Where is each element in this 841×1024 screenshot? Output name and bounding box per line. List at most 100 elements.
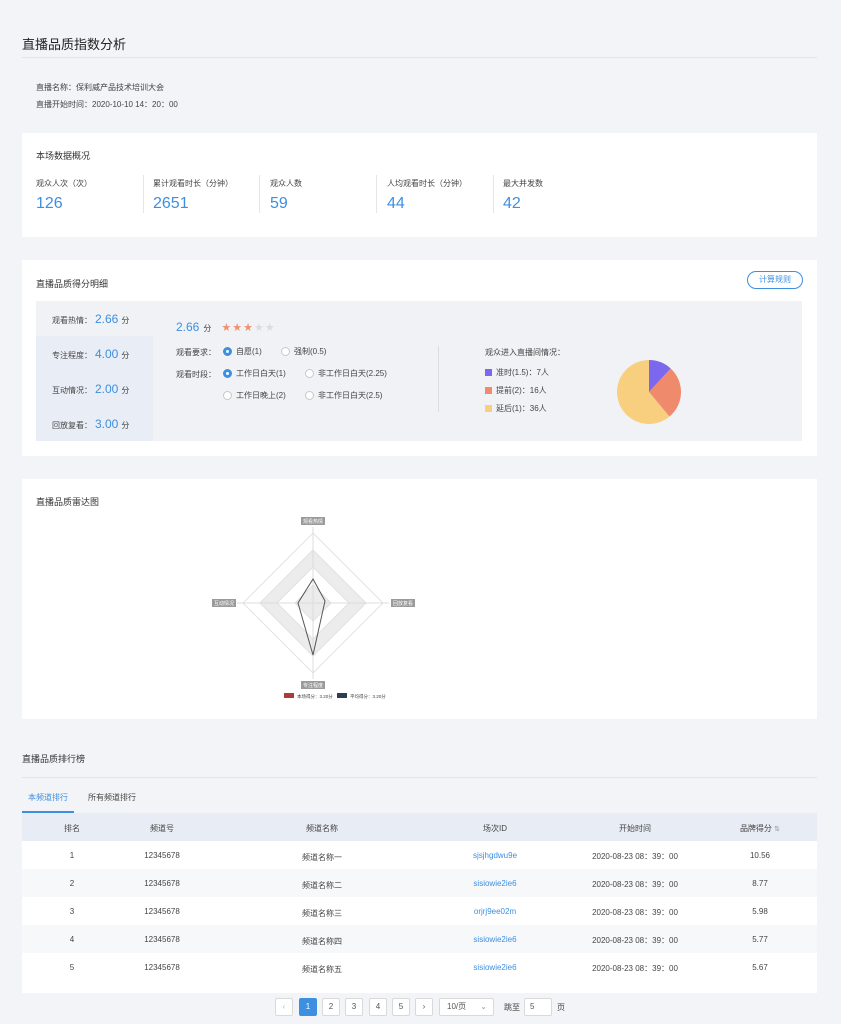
radio-icon[interactable] (305, 391, 314, 400)
radio-icon[interactable] (281, 347, 290, 356)
radar-axis-label: 回放复看 (393, 600, 413, 607)
chevron-down-icon: ⌄ (480, 1002, 487, 1011)
prev-page-button[interactable]: ‹ (275, 998, 293, 1016)
live-start-time: 直播开始时间：2020-10-10 14：20：00 (36, 100, 178, 109)
stat-value: 2651 (153, 195, 189, 212)
cell-rank: 3 (69, 907, 75, 916)
page-button-5[interactable]: 5 (392, 998, 410, 1016)
detail-divider (438, 346, 439, 412)
radar-card: 直播品质雷达图 观看热情 专注程度 回放复看 互动情况 本场得分：3.20分 平… (22, 479, 817, 719)
breakdown-value: 4.00 (95, 347, 119, 361)
radio-icon[interactable] (223, 347, 232, 356)
tab-all-channels[interactable]: 所有频道排行 (88, 792, 136, 803)
star-filled-icon: ★ (232, 322, 243, 334)
legend-swatch (485, 405, 492, 412)
stat-label: 观众人数 (270, 179, 302, 188)
radio-workday-evening[interactable]: 工作日晚上(2) (223, 390, 286, 401)
cell-brand-score: 5.98 (752, 907, 768, 916)
stat-value: 126 (36, 195, 63, 212)
stat-avg-watch-time: 人均观看时长（分钟） 44 (387, 178, 467, 213)
current-score: 2.66 分 ★★★★★ (176, 320, 276, 334)
ranking-table: 排名 频道号 频道名称 场次ID 开始时间 品牌得分 ⇅ 1 12345678 … (22, 813, 817, 993)
cell-brand-score: 8.77 (752, 879, 768, 888)
detail-card: 直播品质得分明细 计算规则 观看热情： 2.66 分 专注程度： 4.00 分 … (22, 260, 817, 456)
cell-session-link[interactable]: sisiowie2ie6 (455, 963, 535, 972)
cell-channel-name: 频道名称二 (302, 881, 342, 890)
radar-title: 直播品质雷达图 (36, 497, 100, 507)
breakdown-label: 回放复看： (52, 421, 92, 430)
breakdown-value: 3.00 (95, 417, 119, 431)
cell-channel-name: 频道名称五 (302, 965, 342, 974)
entry-legend-item: 提前(2)：16人 (485, 385, 547, 396)
cell-brand-score: 5.77 (752, 935, 768, 944)
jump-unit: 页 (557, 1003, 565, 1012)
radio-voluntary[interactable]: 自愿(1) (223, 346, 262, 357)
page-size-value: 10/页 (447, 1002, 467, 1011)
detail-title: 直播品质得分明细 (36, 279, 109, 289)
radar-legend-label: 本场得分：3.20分 (297, 693, 333, 700)
jump-page-input[interactable]: 5 (524, 998, 552, 1016)
breakdown-label: 专注程度： (52, 351, 92, 360)
page-size-select[interactable]: 10/页 ⌄ (439, 998, 494, 1016)
col-session-id: 场次ID (483, 824, 507, 833)
cell-session-link[interactable]: orjrj9ee02m (455, 907, 535, 916)
star-empty-icon: ★ (264, 322, 275, 334)
table-row: 4 12345678 频道名称四 sisiowie2ie6 2020-08-23… (22, 925, 817, 953)
watch-requirement-label: 观看要求： (176, 348, 216, 357)
col-brand-score[interactable]: 品牌得分 ⇅ (730, 823, 790, 834)
col-channel-name: 频道名称 (306, 824, 338, 833)
table-row: 2 12345678 频道名称二 sisiowie2ie6 2020-08-23… (22, 869, 817, 897)
col-brand-score-label: 品牌得分 (739, 824, 772, 833)
page-button-2[interactable]: 2 (322, 998, 340, 1016)
title-divider (22, 57, 817, 58)
radio-icon[interactable] (223, 391, 232, 400)
radio-weekend-day[interactable]: 非工作日白天(2.25) (305, 368, 387, 379)
stat-viewer-visits: 观众人次（次） 126 (36, 178, 92, 213)
radio-mandatory[interactable]: 强制(0.5) (281, 346, 326, 357)
radio-label: 非工作日白天(2.25) (318, 369, 387, 378)
score-unit: 分 (203, 324, 212, 333)
breakdown-label: 观看热情： (52, 316, 92, 325)
col-channel-id: 频道号 (150, 824, 174, 833)
radar-chart: 观看热情 专注程度 回放复看 互动情况 本场得分：3.20分 平均得分：3.20… (212, 517, 415, 700)
cell-session-link[interactable]: sisiowie2ie6 (455, 879, 535, 888)
table-row: 3 12345678 频道名称三 orjrj9ee02m 2020-08-23 … (22, 897, 817, 925)
stat-divider (493, 175, 494, 213)
tab-this-channel[interactable]: 本频道排行 (28, 792, 68, 803)
page-button-1[interactable]: 1 (299, 998, 317, 1016)
legend-label: 延后(1)：36人 (496, 404, 547, 413)
radio-label: 非工作日白天(2.5) (318, 391, 383, 400)
live-name: 直播名称：保利威产品技术培训大会 (36, 83, 164, 92)
radio-label: 工作日白天(1) (236, 369, 286, 378)
cell-brand-score: 10.56 (749, 851, 771, 860)
radio-icon[interactable] (223, 369, 232, 378)
radio-icon[interactable] (305, 369, 314, 378)
entry-title: 观众进入直播间情况： (485, 348, 565, 357)
page-button-4[interactable]: 4 (369, 998, 387, 1016)
page-button-3[interactable]: 3 (345, 998, 363, 1016)
page-title: 直播品质指数分析 (22, 37, 127, 52)
radio-weekend-day-2[interactable]: 非工作日白天(2.5) (305, 390, 382, 401)
legend-label: 准时(1.5)：7人 (496, 368, 549, 377)
cell-session-link[interactable]: sjsjhgdwu9e (455, 851, 535, 860)
cell-session-link[interactable]: sisiowie2ie6 (455, 935, 535, 944)
star-empty-icon: ★ (253, 322, 264, 334)
breakdown-value: 2.66 (95, 312, 119, 326)
radio-workday-day[interactable]: 工作日白天(1) (223, 368, 286, 379)
next-page-button[interactable]: › (415, 998, 433, 1016)
star-filled-icon: ★ (243, 322, 253, 334)
jump-label: 跳至 (504, 1003, 520, 1012)
stat-label: 观众人次（次） (36, 179, 92, 188)
radar-legend-label: 平均得分：3.20分 (350, 693, 386, 700)
cell-channel-id: 12345678 (144, 851, 180, 860)
entry-pie-chart (617, 360, 681, 424)
col-rank: 排名 (64, 824, 80, 833)
radar-legend-swatch (337, 693, 347, 698)
sort-icon[interactable]: ⇅ (774, 826, 780, 833)
stat-label: 累计观看时长（分钟） (153, 179, 233, 188)
cell-channel-id: 12345678 (144, 879, 180, 888)
table-row: 1 12345678 频道名称一 sjsjhgdwu9e 2020-08-23 … (22, 841, 817, 869)
cell-start-time: 2020-08-23 08：39：00 (592, 880, 678, 889)
calc-rules-button[interactable]: 计算规则 (747, 271, 803, 289)
radar-axis-label: 观看热情 (303, 518, 323, 525)
